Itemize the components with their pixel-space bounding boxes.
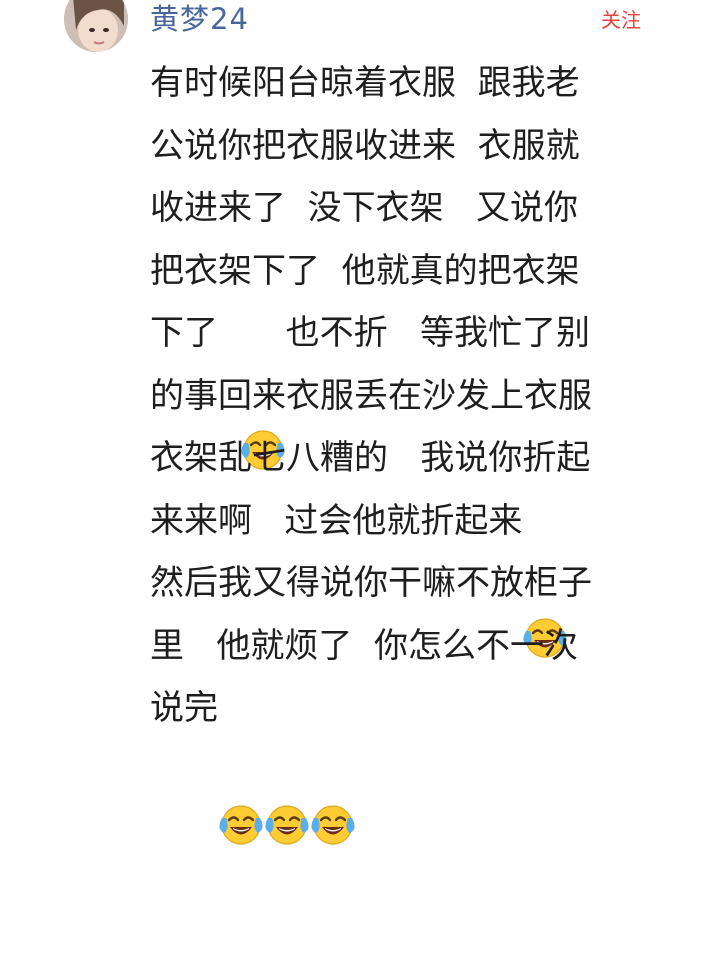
username[interactable]: 黄梦24 xyxy=(150,2,249,36)
tears-of-joy-icon xyxy=(520,496,570,658)
comment-line: 有时候阳台晾着衣服 跟我老 xyxy=(150,52,710,115)
comment-text: 衣架乱七八糟的 我说你折起 xyxy=(150,438,591,479)
comment-line: 公说你把衣服收进来 衣服就 xyxy=(150,115,710,178)
comment-line: 收进来了 没下衣架 又说你 xyxy=(150,177,710,240)
comment-line: 下了 也不折 等我忙了别 xyxy=(150,302,710,470)
comment-line: 来来啊 过会他就折起来 xyxy=(150,490,710,658)
tears-of-joy-icon xyxy=(262,683,312,845)
comment-text: 说完 xyxy=(150,688,218,729)
comment-text: 也不折 等我忙了别 xyxy=(285,313,591,354)
comment-text: 里 他就烦了 你怎么不一次 xyxy=(150,625,579,666)
comment-line: 然后我又得说你干嘛不放柜子 xyxy=(150,552,710,615)
avatar[interactable] xyxy=(64,0,128,52)
comment-text: 来来啊 过会他就折起来 xyxy=(150,500,523,541)
tears-of-joy-icon xyxy=(216,683,266,845)
comment-line: 说完 xyxy=(150,677,710,845)
comment-text: 收进来了 没下衣架 又说你 xyxy=(150,188,579,229)
tears-of-joy-icon xyxy=(308,683,358,845)
comment-text: 的事回来衣服丢在沙发上衣服 xyxy=(150,375,592,416)
comment-line: 里 他就烦了 你怎么不一次 xyxy=(150,615,710,678)
comment-line: 的事回来衣服丢在沙发上衣服 xyxy=(150,365,710,428)
avatar-photo xyxy=(64,0,128,52)
tears-of-joy-icon xyxy=(238,308,288,470)
comment-line: 衣架乱七八糟的 我说你折起 xyxy=(150,427,710,490)
comment-line: 把衣架下了 他就真的把衣架 xyxy=(150,240,710,303)
comment-text: 有时候阳台晾着衣服 跟我老 xyxy=(150,63,580,104)
comment-text: 下了 xyxy=(150,313,240,354)
comment-text: 把衣架下了 他就真的把衣架 xyxy=(150,250,580,291)
follow-button[interactable]: 关注 xyxy=(601,8,641,32)
comment-body: 有时候阳台晾着衣服 跟我老 公说你把衣服收进来 衣服就 收进来了 没下衣架 又说你把… xyxy=(150,52,710,845)
comment-text: 公说你把衣服收进来 衣服就 xyxy=(150,125,580,166)
comment-text: 然后我又得说你干嘛不放柜子 xyxy=(150,563,592,604)
